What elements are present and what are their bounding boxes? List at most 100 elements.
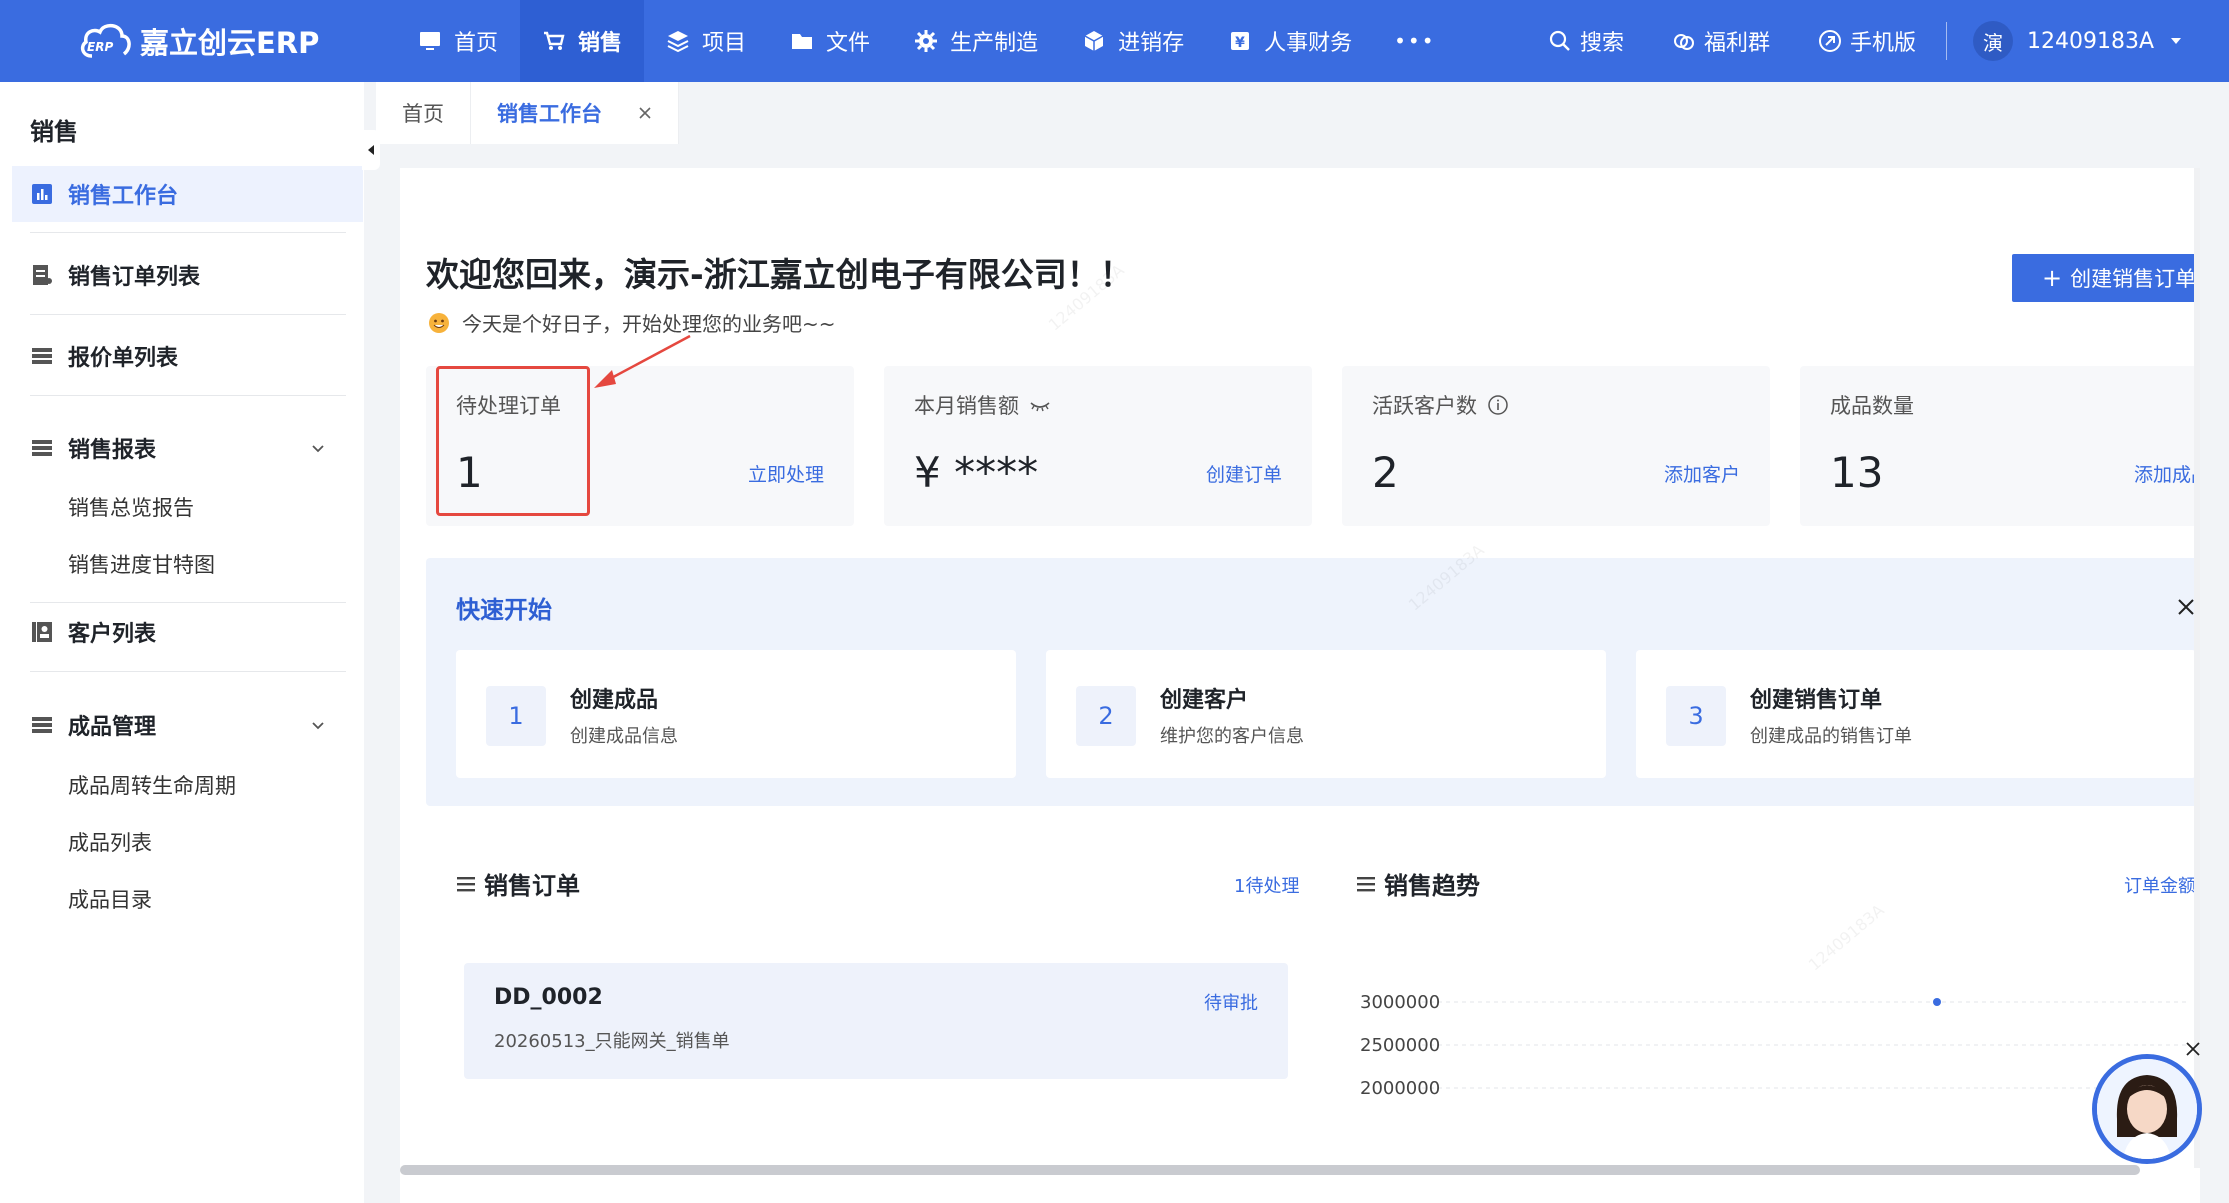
nav-files[interactable]: 文件 [768, 0, 892, 82]
app-title: 嘉立创云ERP [140, 26, 320, 60]
list-icon [32, 717, 52, 733]
divider [30, 395, 346, 396]
data-point[interactable] [1933, 998, 1941, 1006]
quick-card-create-product[interactable]: 1 创建成品 创建成品信息 [456, 650, 1016, 778]
y-tick-label: 2000000 [1360, 1078, 1440, 1099]
quick-card-desc: 创建成品信息 [570, 726, 678, 747]
user-name: 12409183A [2027, 28, 2155, 54]
stat-value: 2 [1372, 448, 1399, 497]
order-amount-link[interactable]: 订单金额 [2124, 872, 2196, 898]
quick-start-panel: 快速开始 1 创建成品 创建成品信息 2 创建客户 维护您的客户信息 3 创建销… [426, 558, 2200, 806]
info-icon[interactable] [1487, 394, 1509, 416]
nav-label: 文件 [826, 31, 871, 56]
sidebar-subitem-gantt[interactable]: 销售进度甘特图 [68, 549, 215, 579]
nav-inventory[interactable]: 进销存 [1060, 0, 1206, 82]
group-icon [1674, 34, 1695, 50]
divider [30, 602, 346, 603]
stat-value: 13 [1830, 448, 1884, 497]
sidebar-subitem-product-lifecycle[interactable]: 成品周转生命周期 [68, 770, 236, 800]
step-number: 2 [1076, 686, 1136, 746]
order-status: 待审批 [1204, 993, 1258, 1014]
nav-home[interactable]: 首页 [396, 0, 520, 82]
nav-label: 人事财务 [1264, 31, 1353, 56]
sidebar-subitem-product-list[interactable]: 成品列表 [68, 827, 152, 857]
button-label: 创建销售订单 [2070, 267, 2197, 291]
smile-emoji-icon [429, 312, 449, 333]
nav-project[interactable]: 项目 [644, 0, 768, 82]
sidebar-item-sales-reports[interactable]: 销售报表 [12, 420, 363, 476]
tab-sales-workbench[interactable]: 销售工作台 [471, 82, 679, 144]
section-title-text: 销售订单 [484, 872, 580, 900]
plus-icon: + [2042, 264, 2063, 292]
tool-label: 搜索 [1580, 31, 1625, 56]
tools-divider [1946, 22, 1948, 60]
mobile-version-button[interactable]: 手机版 [1818, 25, 1916, 57]
page-tabs: 首页 销售工作台 [376, 82, 679, 144]
process-now-link[interactable]: 立即处理 [748, 460, 824, 487]
box-icon [1084, 31, 1104, 51]
scrollbar-thumb[interactable] [400, 1165, 2140, 1175]
sidebar-item-sales-workbench[interactable]: 销售工作台 [12, 166, 363, 222]
menu-icon [457, 876, 475, 891]
caret-left-icon [368, 145, 374, 155]
page-title: 欢迎您回来，演示-浙江嘉立创电子有限公司！！ [426, 255, 1133, 294]
tab-label: 销售工作台 [497, 102, 602, 126]
stat-label-row: 活跃客户数 [1372, 390, 1509, 420]
annotation-highlight-box [436, 366, 590, 516]
assistant-avatar-icon [2097, 1059, 2197, 1159]
nav-more-button[interactable]: ••• [1374, 0, 1455, 82]
stat-label: 成品数量 [1830, 394, 1914, 418]
menu-icon [1357, 876, 1375, 891]
nav-sales[interactable]: 销售 [520, 0, 645, 82]
tab-home[interactable]: 首页 [376, 82, 471, 144]
add-product-link[interactable]: 添加成品 [2134, 460, 2200, 487]
contacts-icon [32, 622, 52, 642]
annotation-arrow [594, 334, 691, 388]
horizontal-scrollbar[interactable] [400, 1165, 2140, 1175]
user-menu[interactable]: 演 12409183A [1973, 21, 2184, 61]
vertical-scrollbar[interactable] [2194, 168, 2200, 1168]
sidebar-item-product-management[interactable]: 成品管理 [12, 697, 363, 753]
top-tools: 搜索 福利群 手机版 演 12409183A [1548, 0, 2184, 82]
stat-value: ¥ **** [914, 448, 1039, 497]
close-icon[interactable] [2184, 1040, 2202, 1058]
quick-card-title: 创建销售订单 [1750, 688, 1883, 713]
stat-product-count: 成品数量 13 添加成品 [1800, 366, 2200, 526]
assistant-avatar-button[interactable] [2092, 1054, 2202, 1164]
pending-orders-link[interactable]: 1待处理 [1234, 872, 1299, 898]
list-item[interactable]: DD_0002 20260513_只能网关_销售单 待审批 [464, 963, 1288, 1079]
nav-manufacturing[interactable]: 生产制造 [892, 0, 1060, 82]
search-button[interactable]: 搜索 [1548, 25, 1624, 57]
sidebar-subitem-overview-report[interactable]: 销售总览报告 [68, 492, 194, 522]
sidebar-item-quotes[interactable]: 报价单列表 [12, 328, 363, 384]
finance-icon: ¥ [1231, 32, 1250, 51]
sidebar-item-customers[interactable]: 客户列表 [12, 604, 363, 660]
y-tick-label: 3000000 [1360, 992, 1440, 1013]
section-title-text: 销售趋势 [1384, 872, 1480, 900]
nav-hr-finance[interactable]: ¥ 人事财务 [1206, 0, 1374, 82]
close-icon[interactable] [2177, 598, 2195, 616]
avatar: 演 [1973, 21, 2014, 61]
nav-label: 销售 [578, 31, 623, 56]
tool-label: 福利群 [1704, 31, 1771, 56]
chevron-down-icon [312, 445, 324, 453]
close-icon[interactable] [638, 106, 652, 120]
eye-closed-icon[interactable] [1029, 394, 1051, 416]
sidebar-item-sales-orders[interactable]: 销售订单列表 [12, 247, 363, 303]
main-content: 欢迎您回来，演示-浙江嘉立创电子有限公司！！ 今天是个好日子，开始处理您的业务吧… [400, 168, 2200, 1203]
quick-card-create-customer[interactable]: 2 创建客户 维护您的客户信息 [1046, 650, 1606, 778]
welfare-group-button[interactable]: 福利群 [1672, 25, 1770, 57]
folder-icon [792, 34, 813, 49]
quick-card-create-sales-order[interactable]: 3 创建销售订单 创建成品的销售订单 [1636, 650, 2196, 778]
nav-label: 项目 [702, 31, 747, 56]
nav-label: 首页 [454, 31, 499, 56]
app-logo[interactable]: ERP 嘉立创云ERP [78, 18, 319, 64]
sidebar: 销售 销售工作台 销售订单列表 报价单列表 销售报表 销售总览报告 销售进度甘特… [0, 82, 364, 1203]
add-customer-link[interactable]: 添加客户 [1664, 460, 1740, 487]
sidebar-subitem-product-catalog[interactable]: 成品目录 [68, 884, 152, 914]
stat-monthly-sales: 本月销售额 ¥ **** 创建订单 [884, 366, 1312, 526]
quick-card-title: 创建客户 [1160, 688, 1249, 713]
create-order-link[interactable]: 创建订单 [1206, 460, 1282, 487]
caret-down-icon [2171, 38, 2182, 44]
create-sales-order-button[interactable]: + 创建销售订单 [2012, 254, 2200, 302]
